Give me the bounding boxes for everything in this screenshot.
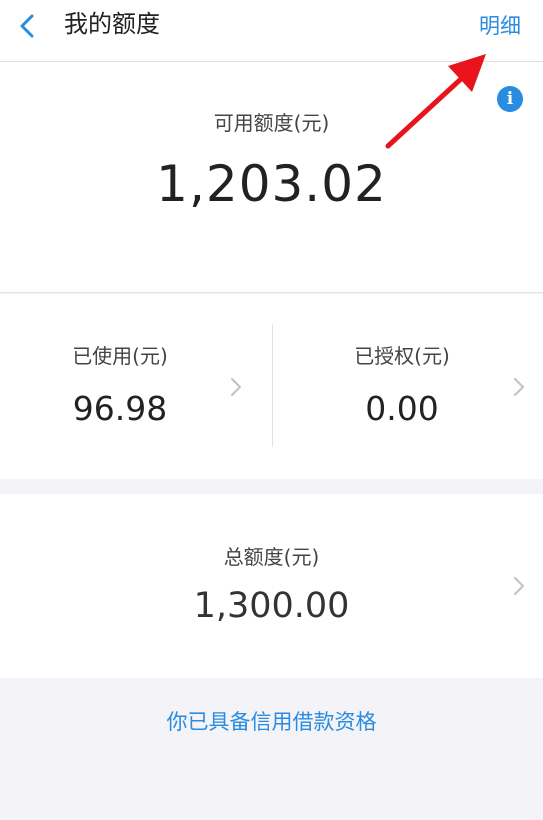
credit-qualification-link[interactable]: 你已具备信用借款资格 xyxy=(0,706,543,736)
used-amount-value[interactable]: 96.98 xyxy=(0,389,240,428)
available-credit-value: 1,203.02 xyxy=(156,155,387,213)
detail-button[interactable]: 明细 xyxy=(479,8,521,44)
authorized-chevron-right-icon[interactable] xyxy=(513,377,525,397)
used-chevron-right-icon[interactable] xyxy=(230,377,242,397)
total-credit-value: 1,300.00 xyxy=(193,586,350,626)
red-arrow-annotation-icon xyxy=(385,54,486,149)
authorized-amount-value[interactable]: 0.00 xyxy=(272,389,532,428)
back-icon[interactable] xyxy=(16,12,42,40)
page-title: 我的额度 xyxy=(64,10,160,38)
total-chevron-right-icon[interactable] xyxy=(513,576,525,596)
used-amount-label[interactable]: 已使用(元) xyxy=(0,340,240,369)
authorized-amount-label[interactable]: 已授权(元) xyxy=(272,340,532,369)
total-credit-label: 总额度(元) xyxy=(223,545,320,569)
